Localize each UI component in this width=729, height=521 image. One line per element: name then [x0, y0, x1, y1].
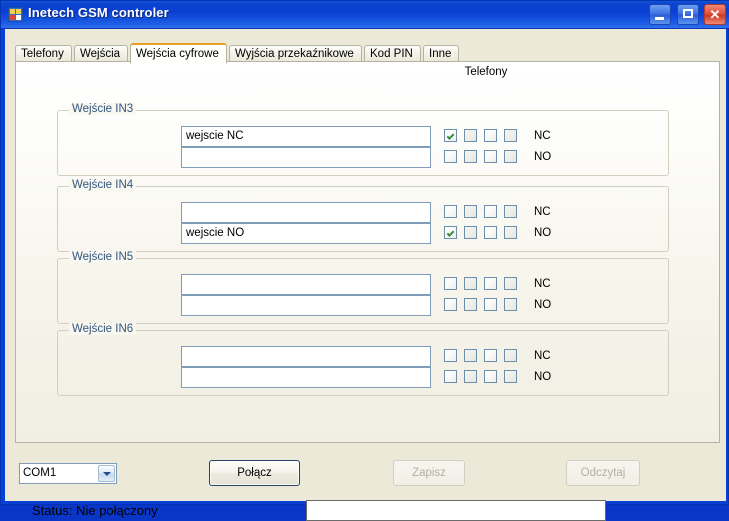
phone-input-wejście-in3-nc[interactable]: wejscie NC — [181, 126, 431, 147]
port-select-value: COM1 — [23, 467, 57, 479]
tab-label: Kod PIN — [370, 48, 413, 60]
checkbox-nc-3[interactable] — [484, 129, 497, 142]
tab-wejścia[interactable]: Wejścia — [74, 45, 128, 62]
checkbox-no-1[interactable] — [444, 370, 457, 383]
minimize-button[interactable] — [649, 4, 672, 25]
checkbox-no-1[interactable] — [444, 226, 457, 239]
checkbox-no-4[interactable] — [504, 226, 517, 239]
mode-label: NC — [534, 350, 551, 362]
save-button[interactable]: Zapisz — [393, 460, 465, 486]
checkbox-nc-4[interactable] — [504, 277, 517, 290]
tab-label: Wyjścia przekaźnikowe — [235, 48, 354, 60]
checkbox-no-2[interactable] — [464, 150, 477, 163]
mode-label: NC — [534, 278, 551, 290]
checkbox-nc-1[interactable] — [444, 205, 457, 218]
title-bar: Inetech GSM controler ✕ — [1, 1, 729, 29]
close-button[interactable]: ✕ — [704, 4, 726, 25]
close-icon: ✕ — [709, 7, 721, 22]
checkbox-no-3[interactable] — [484, 370, 497, 383]
phone-input-wejście-in3-no[interactable] — [181, 147, 431, 168]
phone-input-wejście-in4-nc[interactable] — [181, 202, 431, 223]
checkbox-no-4[interactable] — [504, 370, 517, 383]
checkbox-no-1[interactable] — [444, 298, 457, 311]
mode-label: NO — [534, 371, 552, 383]
checkbox-nc-4[interactable] — [504, 205, 517, 218]
read-button[interactable]: Odczytaj — [566, 460, 640, 486]
phone-input-wejście-in6-no[interactable] — [181, 367, 431, 388]
group-label: Wejście IN4 — [69, 179, 137, 191]
checkbox-nc-1[interactable] — [444, 277, 457, 290]
checkbox-no-1[interactable] — [444, 150, 457, 163]
checkbox-nc-2[interactable] — [464, 129, 477, 142]
mode-label: NO — [534, 151, 552, 163]
checkbox-nc-3[interactable] — [484, 205, 497, 218]
tab-inne[interactable]: Inne — [423, 45, 459, 62]
client-area: Telefony Wejścia Wejścia cyfrowe Wyjścia pr… — [5, 29, 726, 521]
phone-input-value: wejscie NC — [186, 130, 244, 142]
phone-input-wejście-in5-nc[interactable] — [181, 274, 431, 295]
checkbox-no-3[interactable] — [484, 298, 497, 311]
mode-label: NO — [534, 299, 552, 311]
tab-strip: Telefony Wejścia Wejścia cyfrowe Wyjścia pr… — [15, 43, 720, 64]
checkbox-no-2[interactable] — [464, 298, 477, 311]
phone-input-wejście-in4-no[interactable]: wejscie NO — [181, 223, 431, 244]
checkbox-no-3[interactable] — [484, 150, 497, 163]
group-wejście-in4: Wejście IN4 NC wejscie NO NO — [57, 179, 669, 252]
tab-label: Inne — [429, 48, 452, 60]
checkbox-nc-2[interactable] — [464, 205, 477, 218]
tab-telefony[interactable]: Telefony — [15, 45, 72, 62]
group-label: Wejście IN6 — [69, 323, 137, 335]
phone-input-value: wejscie NO — [186, 227, 245, 239]
mode-label: NC — [534, 206, 551, 218]
connect-button[interactable]: Połącz — [209, 460, 300, 486]
group-label: Wejście IN5 — [69, 251, 137, 263]
checkbox-nc-3[interactable] — [484, 349, 497, 362]
phone-input-wejście-in6-nc[interactable] — [181, 346, 431, 367]
checkbox-nc-1[interactable] — [444, 349, 457, 362]
tab-label: Telefony — [21, 48, 64, 60]
group-label: Wejście IN3 — [69, 103, 137, 115]
checkbox-nc-2[interactable] — [464, 349, 477, 362]
application-window: Inetech GSM controler ✕ Telefony Wejścia W… — [0, 0, 729, 521]
chevron-down-icon[interactable] — [98, 465, 115, 482]
tab-kod-pin[interactable]: Kod PIN — [364, 45, 421, 62]
tab-wejścia-cyfrowe[interactable]: Wejścia cyfrowe — [130, 43, 227, 64]
status-input[interactable] — [306, 500, 606, 521]
checkbox-no-2[interactable] — [464, 226, 477, 239]
tab-label: Wejścia cyfrowe — [136, 48, 219, 60]
window-title: Inetech GSM controler — [28, 5, 169, 20]
group-wejście-in6: Wejście IN6 NC NO — [57, 323, 669, 396]
status-label: Status: Nie połączony — [32, 503, 158, 518]
port-select[interactable]: COM1 — [19, 463, 117, 484]
checkbox-no-4[interactable] — [504, 298, 517, 311]
maximize-button[interactable] — [676, 4, 699, 25]
mode-label: NO — [534, 227, 552, 239]
mode-label: NC — [534, 130, 551, 142]
checkbox-nc-4[interactable] — [504, 129, 517, 142]
checkbox-no-2[interactable] — [464, 370, 477, 383]
checkbox-no-4[interactable] — [504, 150, 517, 163]
checkbox-nc-3[interactable] — [484, 277, 497, 290]
tab-panel-wejscia-cyfrowe: Telefony Wejście IN3 wejscie NC NC NO Wejści… — [15, 61, 720, 443]
group-wejście-in5: Wejście IN5 NC NO — [57, 251, 669, 324]
checkbox-nc-1[interactable] — [444, 129, 457, 142]
group-wejście-in3: Wejście IN3 wejscie NC NC NO — [57, 103, 669, 176]
tab-label: Wejścia — [80, 48, 121, 60]
tab-wyjścia-przekaźnikowe[interactable]: Wyjścia przekaźnikowe — [229, 45, 362, 62]
checkbox-nc-4[interactable] — [504, 349, 517, 362]
app-icon — [8, 7, 23, 22]
window-controls: ✕ — [648, 4, 726, 25]
column-header-telefony: Telefony — [464, 66, 508, 78]
checkbox-no-3[interactable] — [484, 226, 497, 239]
phone-input-wejście-in5-no[interactable] — [181, 295, 431, 316]
checkbox-nc-2[interactable] — [464, 277, 477, 290]
